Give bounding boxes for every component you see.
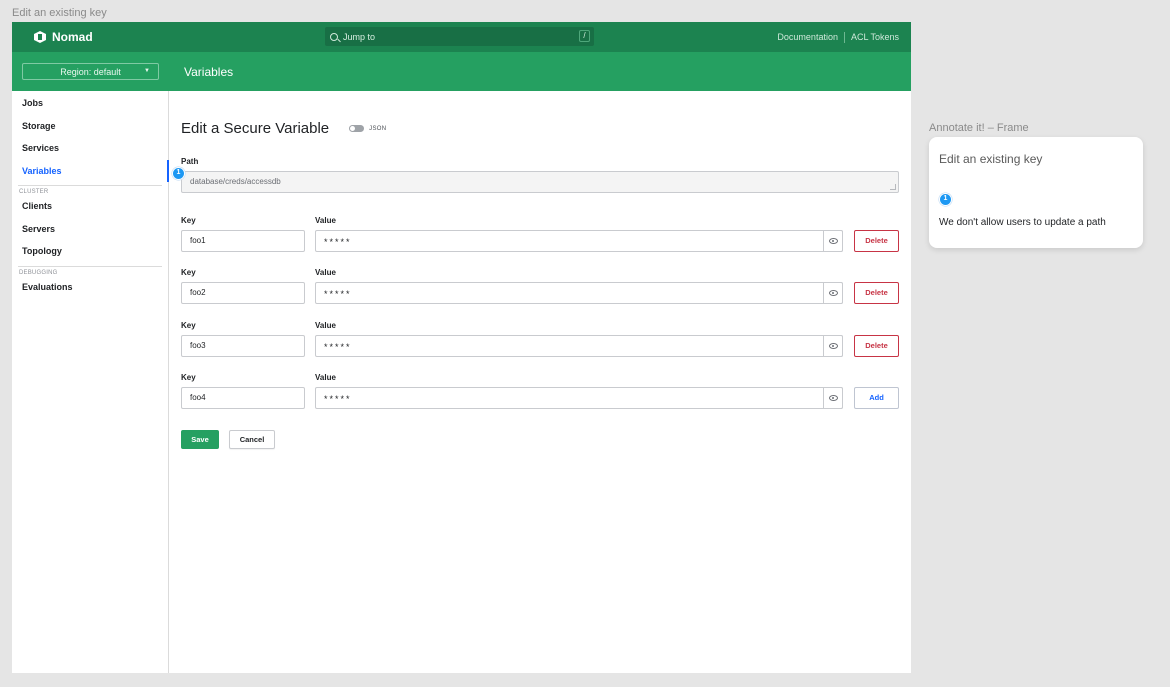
search-input[interactable]: Jump to / — [325, 27, 594, 46]
sidebar-item-variables[interactable]: Variables — [12, 159, 169, 183]
region-select[interactable]: Region: default ▼ — [22, 63, 159, 80]
form-header: Edit a Secure Variable JSON — [181, 120, 386, 137]
value-label: Value — [315, 216, 336, 225]
show-value-button[interactable] — [823, 230, 843, 252]
annotation-frame-label: Annotate it! – Frame — [929, 122, 1029, 134]
link-divider — [843, 31, 845, 43]
eye-icon — [828, 238, 838, 244]
eye-icon — [828, 290, 838, 296]
add-button[interactable]: Add — [854, 387, 899, 409]
top-header: Nomad Jump to / Documentation ACL Tokens — [12, 22, 911, 52]
documentation-link[interactable]: Documentation — [777, 32, 838, 42]
sidebar-item-topology[interactable]: Topology — [12, 240, 168, 263]
key-label: Key — [181, 268, 196, 277]
acl-tokens-link[interactable]: ACL Tokens — [851, 32, 899, 42]
brand-name: Nomad — [52, 30, 93, 44]
sidebar-section-cluster: CLUSTER — [18, 185, 162, 195]
search-icon — [330, 32, 338, 41]
path-field: database/creds/accessdb — [181, 171, 899, 193]
annotation-marker: 1 — [172, 167, 185, 180]
search-placeholder: Jump to — [343, 31, 376, 42]
region-select-label: Region: default — [60, 66, 121, 77]
eye-icon — [828, 395, 838, 401]
value-label: Value — [315, 373, 336, 382]
kv-row: Key Value foo4 ***** Add — [170, 373, 911, 413]
delete-button[interactable]: Delete — [854, 335, 899, 357]
delete-button[interactable]: Delete — [854, 230, 899, 252]
brand-logo[interactable]: Nomad — [34, 30, 93, 44]
json-toggle-label: JSON — [369, 125, 387, 132]
top-links: Documentation ACL Tokens — [777, 22, 899, 52]
annotation-card: Edit an existing key 1 We don't allow us… — [929, 137, 1143, 248]
show-value-button[interactable] — [823, 387, 843, 409]
sidebar-item-jobs[interactable]: Jobs — [12, 92, 168, 115]
json-toggle[interactable] — [349, 125, 365, 132]
delete-button[interactable]: Delete — [854, 282, 899, 304]
value-input[interactable]: ***** — [315, 230, 843, 252]
eye-icon — [828, 343, 838, 349]
key-input[interactable]: foo1 — [181, 230, 305, 252]
key-input[interactable]: foo3 — [181, 335, 305, 357]
form-actions: Save Cancel — [181, 430, 275, 449]
key-label: Key — [181, 373, 196, 382]
path-label: Path — [181, 157, 199, 166]
key-input[interactable]: foo2 — [181, 282, 305, 304]
app-frame: Nomad Jump to / Documentation ACL Tokens… — [12, 22, 911, 673]
value-label: Value — [315, 268, 336, 277]
sidebar-item-servers[interactable]: Servers — [12, 218, 168, 241]
key-label: Key — [181, 216, 196, 225]
sidebar-item-evaluations[interactable]: Evaluations — [12, 276, 168, 299]
kv-row: Key Value foo1 ***** Delete — [170, 216, 911, 256]
kv-row: Key Value foo3 ***** Delete — [170, 321, 911, 361]
key-label: Key — [181, 321, 196, 330]
chevron-down-icon: ▼ — [144, 68, 150, 74]
sidebar-section-debugging: DEBUGGING — [18, 265, 162, 276]
sub-header: Region: default ▼ Variables — [12, 52, 911, 91]
sidebar-item-clients[interactable]: Clients — [12, 195, 168, 218]
annotation-text: We don't allow users to update a path — [939, 217, 1106, 228]
sidebar-item-storage[interactable]: Storage — [12, 115, 168, 138]
save-button[interactable]: Save — [181, 430, 219, 449]
show-value-button[interactable] — [823, 335, 843, 357]
page-heading: Variables — [184, 64, 234, 79]
value-input[interactable]: ***** — [315, 335, 843, 357]
nomad-logo-icon — [34, 31, 46, 43]
page-title: Edit a Secure Variable — [181, 120, 330, 137]
sidebar-item-services[interactable]: Services — [12, 137, 168, 160]
value-input[interactable]: ***** — [315, 282, 843, 304]
cancel-button[interactable]: Cancel — [229, 430, 275, 449]
value-input[interactable]: ***** — [315, 387, 843, 409]
search-shortcut-key: / — [579, 30, 590, 42]
canvas-frame-label: Edit an existing key — [12, 7, 107, 19]
sidebar: Jobs Storage Services Variables CLUSTER … — [12, 91, 169, 673]
value-label: Value — [315, 321, 336, 330]
annotation-marker: 1 — [939, 193, 952, 206]
main-content: Edit a Secure Variable JSON Path databas… — [170, 91, 911, 673]
annotation-title: Edit an existing key — [939, 152, 1043, 166]
key-input[interactable]: foo4 — [181, 387, 305, 409]
show-value-button[interactable] — [823, 282, 843, 304]
kv-row: Key Value foo2 ***** Delete — [170, 268, 911, 308]
